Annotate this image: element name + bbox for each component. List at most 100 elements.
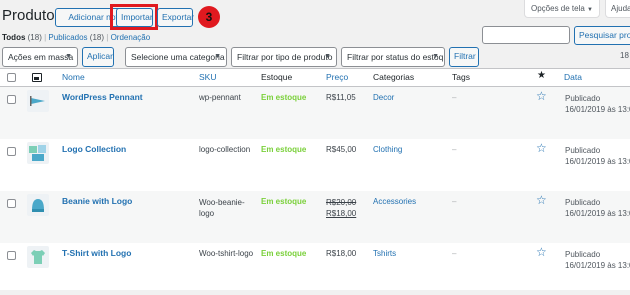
filter-all-link[interactable]: Todos bbox=[2, 33, 25, 42]
product-thumbnail[interactable] bbox=[27, 246, 49, 268]
pagination-count: 18 bbox=[620, 51, 629, 60]
product-tags: – bbox=[452, 93, 457, 102]
help-label: Ajuda bbox=[611, 4, 630, 13]
category-select[interactable]: Selecione uma categoria ▼ bbox=[125, 47, 227, 67]
tshirt-icon bbox=[31, 250, 45, 264]
search-products-button[interactable]: Pesquisar produ bbox=[574, 26, 630, 45]
product-category-link[interactable]: Accessories bbox=[373, 197, 416, 206]
filter-published-count: (18) bbox=[89, 33, 105, 42]
chevron-down-icon: ▼ bbox=[324, 53, 331, 60]
pennant-icon bbox=[30, 96, 45, 106]
row-checkbox[interactable] bbox=[7, 251, 16, 260]
product-regular-price: R$20,00 bbox=[326, 198, 357, 207]
page-title: Produtos bbox=[2, 7, 63, 24]
product-search-input[interactable] bbox=[482, 26, 570, 44]
product-price: R$11,05 bbox=[326, 93, 356, 102]
product-price: R$18,00 bbox=[326, 249, 357, 258]
product-sku: Woo-beanie- logo bbox=[199, 197, 245, 219]
product-tags: – bbox=[452, 249, 457, 258]
category-value: Selecione uma categoria bbox=[131, 52, 225, 62]
product-price: R$20,00 R$18,00 bbox=[326, 197, 356, 219]
product-date-status: Publicado bbox=[565, 146, 601, 155]
product-date-value: 16/01/2019 às 13:01 bbox=[565, 209, 630, 218]
import-button[interactable]: Importar bbox=[116, 8, 153, 27]
product-stock-status: Em estoque bbox=[261, 93, 307, 102]
product-thumbnail[interactable] bbox=[27, 194, 49, 216]
column-tags: Tags bbox=[452, 72, 470, 82]
export-button[interactable]: Exportar bbox=[157, 8, 194, 27]
featured-star-icon[interactable]: ☆ bbox=[536, 89, 547, 103]
bulk-actions-select[interactable]: Ações em massa ▼ bbox=[2, 47, 78, 67]
step-badge: 3 bbox=[198, 6, 220, 28]
product-sale-price: R$18,00 bbox=[326, 209, 357, 218]
product-sku-line: logo bbox=[199, 209, 215, 218]
table-row: Beanie with Logo Woo-beanie- logo Em est… bbox=[0, 191, 630, 243]
filter-button[interactable]: Filtrar bbox=[449, 47, 479, 67]
select-all-checkbox[interactable] bbox=[7, 73, 16, 82]
chevron-down-icon: ▼ bbox=[65, 53, 72, 60]
stock-status-select[interactable]: Filtrar por status do estoq ▼ bbox=[341, 47, 445, 67]
product-price: R$45,00 bbox=[326, 145, 357, 154]
step-badge-number: 3 bbox=[205, 10, 213, 24]
product-type-select[interactable]: Filtrar por tipo de produto ▼ bbox=[231, 47, 337, 67]
product-stock-status: Em estoque bbox=[261, 145, 307, 154]
product-category-link[interactable]: Tshirts bbox=[373, 249, 396, 258]
featured-star-icon[interactable]: ☆ bbox=[536, 141, 547, 155]
product-date: Publicado 16/01/2019 às 13:01 bbox=[565, 249, 630, 271]
column-date[interactable]: Data bbox=[564, 72, 582, 82]
ordering-link[interactable]: Ordenação bbox=[111, 33, 151, 42]
filter-all-count: (18) bbox=[27, 33, 42, 42]
product-type-value: Filtrar por tipo de produto bbox=[237, 52, 333, 62]
screen-options-label: Opções de tela bbox=[531, 4, 585, 13]
product-date: Publicado 16/01/2019 às 13:01 bbox=[565, 197, 630, 219]
table-header: Nome SKU Estoque Preço Categorias Tags ★… bbox=[0, 69, 630, 87]
featured-column-star-icon[interactable]: ★ bbox=[537, 70, 546, 81]
product-date-status: Publicado bbox=[565, 250, 601, 259]
product-name-link[interactable]: WordPress Pennant bbox=[62, 92, 143, 102]
featured-star-icon[interactable]: ☆ bbox=[536, 245, 547, 259]
product-name-link[interactable]: T-Shirt with Logo bbox=[62, 248, 131, 258]
product-date-status: Publicado bbox=[565, 94, 601, 103]
product-date: Publicado 16/01/2019 às 13:01 bbox=[565, 93, 630, 115]
product-thumbnail[interactable] bbox=[27, 142, 49, 164]
product-name-link[interactable]: Logo Collection bbox=[62, 144, 126, 154]
bulk-actions-value: Ações em massa bbox=[8, 52, 74, 62]
product-sku-line: Woo-beanie- bbox=[199, 198, 245, 207]
beanie-icon bbox=[32, 199, 44, 212]
product-stock-status: Em estoque bbox=[261, 197, 307, 206]
help-button[interactable]: Ajuda bbox=[605, 0, 630, 18]
featured-star-icon[interactable]: ☆ bbox=[536, 193, 547, 207]
product-thumbnail[interactable] bbox=[27, 90, 49, 112]
product-sku: wp-pennant bbox=[199, 93, 241, 102]
logo-collection-icon bbox=[29, 145, 46, 161]
table-row: T-Shirt with Logo Woo-tshirt-logo Em est… bbox=[0, 243, 630, 295]
product-date-value: 16/01/2019 às 13:01 bbox=[565, 105, 630, 114]
row-checkbox[interactable] bbox=[7, 95, 16, 104]
image-column-icon bbox=[32, 73, 42, 82]
column-price[interactable]: Preço bbox=[326, 72, 348, 82]
product-date: Publicado 16/01/2019 às 13:01 bbox=[565, 145, 630, 167]
product-tags: – bbox=[452, 145, 457, 154]
table-row: Logo Collection logo-collection Em estoq… bbox=[0, 139, 630, 191]
apply-button[interactable]: Aplicar bbox=[82, 47, 114, 67]
product-stock-status: Em estoque bbox=[261, 249, 307, 258]
screen-options-button[interactable]: Opções de tela ▼ bbox=[524, 0, 600, 18]
column-stock: Estoque bbox=[261, 72, 293, 82]
product-tags: – bbox=[452, 197, 457, 206]
stock-status-value: Filtrar por status do estoq bbox=[347, 52, 444, 62]
column-categories: Categorias bbox=[373, 72, 415, 82]
product-name-link[interactable]: Beanie with Logo bbox=[62, 196, 132, 206]
product-category-link[interactable]: Clothing bbox=[373, 145, 402, 154]
row-checkbox[interactable] bbox=[7, 199, 16, 208]
row-checkbox[interactable] bbox=[7, 147, 16, 156]
caret-down-icon: ▼ bbox=[587, 7, 593, 13]
product-category-link[interactable]: Decor bbox=[373, 93, 394, 102]
chevron-down-icon: ▼ bbox=[432, 53, 439, 60]
products-table: Nome SKU Estoque Preço Categorias Tags ★… bbox=[0, 68, 630, 290]
column-sku[interactable]: SKU bbox=[199, 72, 216, 82]
filter-published-link[interactable]: Publicados bbox=[48, 33, 87, 42]
separator: | bbox=[106, 33, 109, 42]
column-name[interactable]: Nome bbox=[62, 72, 85, 82]
separator: | bbox=[44, 33, 47, 42]
status-filter-links: Todos (18) | Publicados (18) | Ordenação bbox=[2, 33, 150, 42]
